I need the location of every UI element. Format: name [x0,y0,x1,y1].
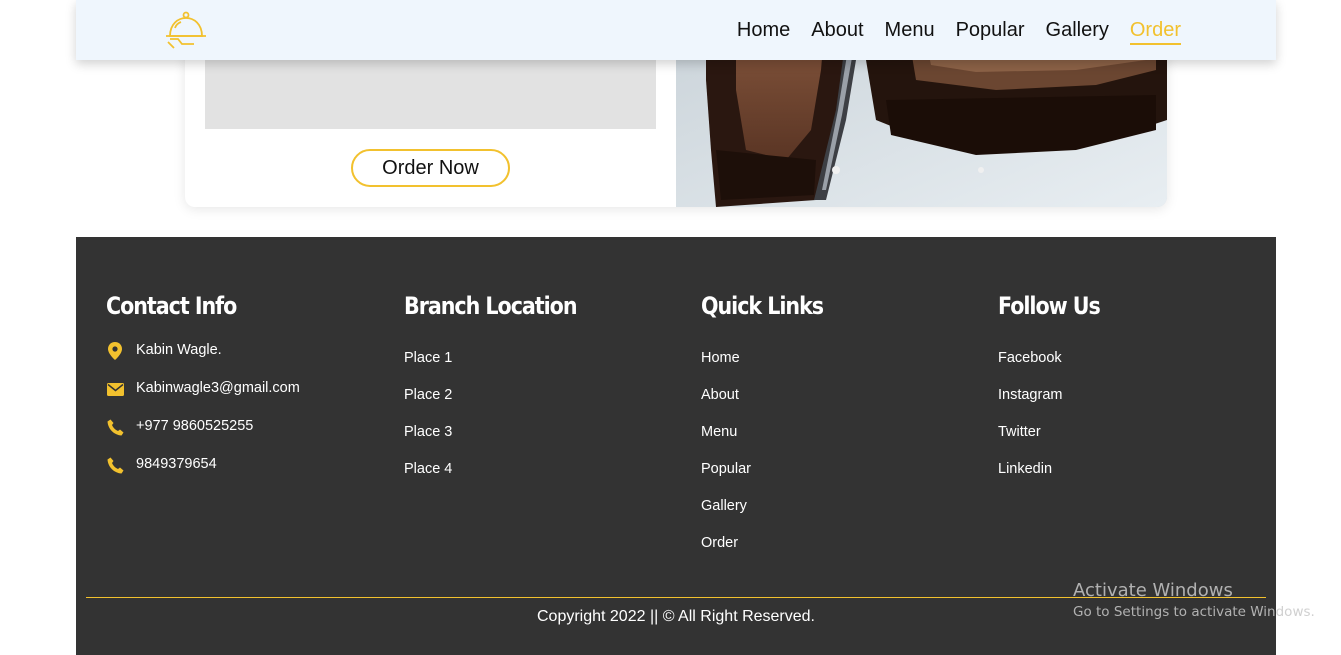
contact-info-heading: Contact Info [106,292,237,320]
quick-link-menu[interactable]: Menu [701,424,737,440]
follow-us-column: Follow Us Facebook Instagram Twitter Lin… [998,292,1116,498]
nav-gallery[interactable]: Gallery [1046,17,1109,45]
nav-popular[interactable]: Popular [956,17,1025,45]
nav-home[interactable]: Home [737,17,790,45]
contact-email: Kabinwagle3@gmail.com [106,380,300,418]
branch-list: Place 1 Place 2 Place 3 Place 4 [404,350,605,498]
nav-order[interactable]: Order [1129,17,1181,45]
social-linkedin[interactable]: Linkedin [998,461,1052,477]
branch-location-heading: Branch Location [404,292,578,320]
envelope-icon [106,380,124,398]
nav-about[interactable]: About [811,17,863,45]
contact-info-column: Contact Info Kabin Wagle. Kabinwagle3@gm… [106,292,300,494]
quick-links-list: Home About Menu Popular Gallery Order [701,350,843,572]
quick-link-about[interactable]: About [701,387,739,403]
contact-address-text: Kabin Wagle. [136,342,222,358]
branch-location-column: Branch Location Place 1 Place 2 Place 3 … [404,292,605,498]
site-header: Home About Menu Popular Gallery Order [76,0,1276,60]
contact-phone-1: +977 9860525255 [106,418,300,456]
quick-link-order[interactable]: Order [701,535,738,551]
contact-address: Kabin Wagle. [106,342,300,380]
phone-icon [106,418,124,436]
social-instagram[interactable]: Instagram [998,387,1062,403]
order-now-button[interactable]: Order Now [351,149,510,187]
activate-windows-watermark: Activate Windows Go to Settings to activ… [1073,580,1315,620]
social-facebook[interactable]: Facebook [998,350,1062,366]
contact-phone-2-text[interactable]: 9849379654 [136,456,217,472]
branch-place-1[interactable]: Place 1 [404,350,452,366]
quick-link-gallery[interactable]: Gallery [701,498,747,514]
quick-links-column: Quick Links Home About Menu Popular Gall… [701,292,843,572]
branch-place-2[interactable]: Place 2 [404,387,452,403]
quick-link-popular[interactable]: Popular [701,461,751,477]
watermark-subtitle: Go to Settings to activate Windows. [1073,604,1315,620]
phone-icon [106,456,124,474]
contact-phone-1-text[interactable]: +977 9860525255 [136,418,253,434]
location-pin-icon [106,342,124,360]
quick-links-heading: Quick Links [701,292,824,320]
cloche-icon[interactable] [164,8,208,50]
branch-place-4[interactable]: Place 4 [404,461,452,477]
quick-link-home[interactable]: Home [701,350,740,366]
follow-us-heading: Follow Us [998,292,1101,320]
watermark-title: Activate Windows [1073,580,1233,601]
branch-place-3[interactable]: Place 3 [404,424,452,440]
social-twitter[interactable]: Twitter [998,424,1041,440]
nav-menu[interactable]: Menu [885,17,935,45]
contact-phone-2: 9849379654 [106,456,300,494]
social-links-list: Facebook Instagram Twitter Linkedin [998,350,1116,498]
contact-email-text[interactable]: Kabinwagle3@gmail.com [136,380,300,396]
contact-list: Kabin Wagle. Kabinwagle3@gmail.com +977 … [106,342,300,494]
main-nav: Home About Menu Popular Gallery Order [716,17,1181,45]
page: Order Now Home About Menu Popular Galler… [0,0,1341,655]
